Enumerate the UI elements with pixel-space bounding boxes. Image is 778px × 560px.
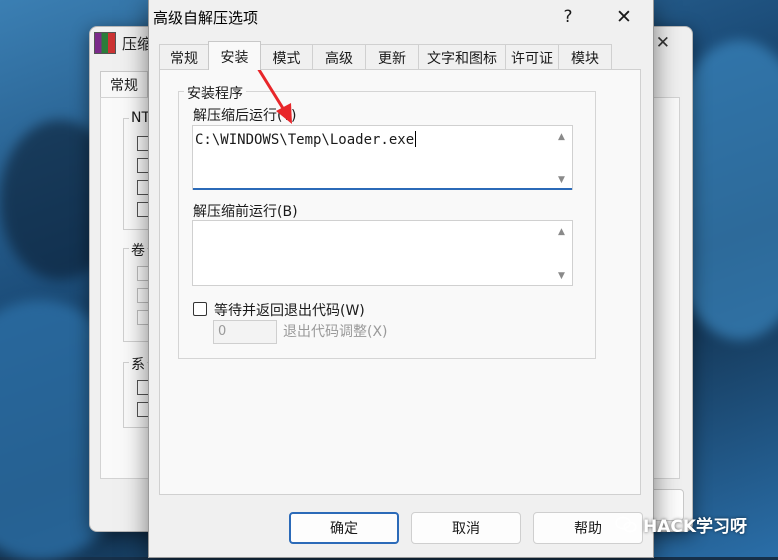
watermark: HACK学习呀: [615, 512, 747, 537]
wechat-icon: [615, 516, 637, 532]
tab-setup[interactable]: 安装: [208, 41, 261, 70]
annotation-arrow: [246, 50, 292, 124]
watermark-text: HACK学习呀: [643, 517, 748, 537]
